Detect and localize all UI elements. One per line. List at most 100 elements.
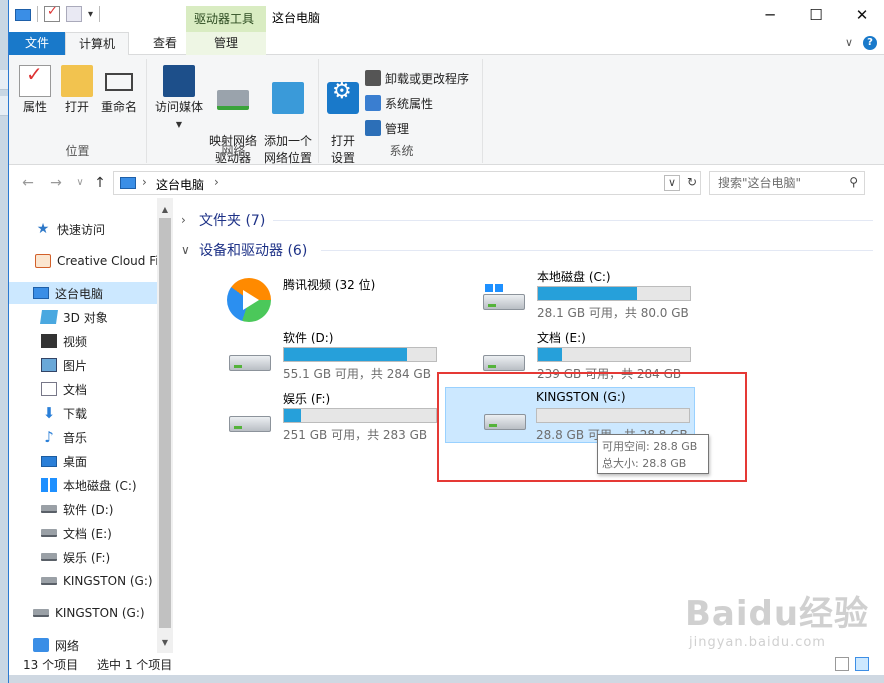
ribbon-group-system: 打开 设置 卸载或更改程序 系统属性 管理 系统 xyxy=(321,59,483,165)
drive-tile-tencent-video[interactable]: 腾讯视频 (32 位) xyxy=(221,272,497,328)
tooltip-total-size: 总大小: 28.8 GB xyxy=(602,457,687,470)
nav-item-creative-cloud[interactable]: Creative Cloud Fi xyxy=(9,250,157,272)
rename-button[interactable]: 重命名 xyxy=(99,65,139,116)
close-button[interactable]: ✕ xyxy=(839,0,884,30)
nav-item-label: 本地磁盘 (C:) xyxy=(63,478,137,493)
large-icons-view-icon[interactable] xyxy=(855,657,869,671)
system-properties-label: 系统属性 xyxy=(385,96,434,111)
nav-item-label: 视频 xyxy=(63,334,88,349)
scrollbar-thumb[interactable] xyxy=(159,218,171,628)
music-icon: ♪ xyxy=(44,428,54,446)
search-icon[interactable]: ⚲ xyxy=(849,175,858,189)
computer-icon[interactable] xyxy=(15,9,31,21)
folders-group-header[interactable]: › 文件夹 (7) xyxy=(181,210,265,230)
system-properties-button[interactable]: 系统属性 xyxy=(365,92,433,114)
background-window-fragment xyxy=(0,70,8,90)
watermark-url: jingyan.baidu.com xyxy=(689,635,826,650)
pictures-icon xyxy=(41,358,57,372)
nav-item-drive-d[interactable]: 软件 (D:) xyxy=(9,498,157,520)
chevron-down-icon[interactable]: ∨ xyxy=(664,175,680,191)
network-icon xyxy=(33,638,49,652)
properties-button[interactable]: 属性 xyxy=(19,65,51,116)
drive-icon xyxy=(41,505,57,513)
up-arrow-icon[interactable]: ↑ xyxy=(91,174,109,192)
nav-item-pictures[interactable]: 图片 xyxy=(9,354,157,376)
nav-item-music[interactable]: ♪ 音乐 xyxy=(9,426,157,448)
nav-item-drive-g[interactable]: KINGSTON (G:) xyxy=(9,570,157,592)
manage-button[interactable]: 管理 xyxy=(365,117,409,139)
breadcrumb-separator[interactable]: › xyxy=(142,175,147,189)
search-box[interactable]: ⚲ xyxy=(709,171,865,195)
nav-item-label: KINGSTON (G:) xyxy=(55,606,145,620)
open-button[interactable]: 打开 xyxy=(61,65,93,116)
nav-item-label: 软件 (D:) xyxy=(63,502,114,517)
breadcrumb-this-pc[interactable]: 这台电脑 xyxy=(156,176,204,193)
folders-header-label: 文件夹 (7) xyxy=(199,213,266,229)
drive-tools-contextual-header: 驱动器工具 xyxy=(186,6,266,32)
star-icon: ★ xyxy=(36,221,50,237)
drive-icon xyxy=(41,529,57,537)
details-view-icon[interactable] xyxy=(835,657,849,671)
network-drive-icon xyxy=(217,90,249,110)
nav-item-documents[interactable]: 文档 xyxy=(9,378,157,400)
uninstall-programs-button[interactable]: 卸载或更改程序 xyxy=(365,67,469,89)
dropdown-arrow-icon: ▼ xyxy=(175,120,183,129)
nav-item-drive-f[interactable]: 娱乐 (F:) xyxy=(9,546,157,568)
drive-body xyxy=(229,416,271,432)
properties-label: 属性 xyxy=(22,100,47,114)
back-arrow-icon[interactable]: ← xyxy=(19,174,37,192)
nav-item-label: KINGSTON (G:) xyxy=(63,574,153,588)
nav-item-label: 快速访问 xyxy=(57,222,106,237)
drive-tile-c[interactable]: 本地磁盘 (C:) 28.1 GB 可用，共 80.0 GB xyxy=(475,268,751,324)
search-input[interactable] xyxy=(710,172,840,194)
nav-item-label: 下载 xyxy=(63,406,88,421)
nav-item-label: 音乐 xyxy=(63,430,88,445)
uninstall-label: 卸载或更改程序 xyxy=(385,71,470,86)
access-media-button[interactable]: 访问媒体 ▼ xyxy=(153,65,205,133)
tab-file[interactable]: 文件 xyxy=(9,32,65,55)
drive-body xyxy=(229,355,271,371)
nav-item-downloads[interactable]: ⬇ 下载 xyxy=(9,402,157,424)
tab-view[interactable]: 查看 xyxy=(141,32,189,55)
minimize-button[interactable]: ─ xyxy=(747,0,793,30)
nav-item-drive-c[interactable]: 本地磁盘 (C:) xyxy=(9,474,157,496)
drive-icon xyxy=(41,553,57,561)
address-bar[interactable]: › 这台电脑 › ∨ ↻ xyxy=(113,171,701,195)
tab-manage[interactable]: 管理 xyxy=(186,32,266,55)
network-location-icon xyxy=(272,82,304,114)
nav-item-kingston-root[interactable]: KINGSTON (G:) xyxy=(9,602,157,624)
video-icon xyxy=(41,334,57,348)
nav-item-3d-objects[interactable]: 3D 对象 xyxy=(9,306,157,328)
new-folder-icon[interactable] xyxy=(66,6,82,22)
maximize-button[interactable]: ☐ xyxy=(793,0,839,30)
usage-bar-fill xyxy=(284,409,301,422)
qat-customize-dropdown[interactable]: ▾ xyxy=(88,9,93,20)
nav-pane-scrollbar[interactable]: ▲ ▼ xyxy=(157,198,173,653)
nav-item-desktop[interactable]: 桌面 xyxy=(9,450,157,472)
creative-cloud-icon xyxy=(35,254,51,268)
group-divider xyxy=(273,220,873,221)
nav-item-videos[interactable]: 视频 xyxy=(9,330,157,352)
forward-arrow-icon[interactable]: → xyxy=(47,174,65,192)
breadcrumb-separator[interactable]: › xyxy=(214,175,219,189)
ribbon-controls: ∨ ? xyxy=(845,36,877,50)
help-icon[interactable]: ? xyxy=(863,36,877,50)
tab-computer[interactable]: 计算机 xyxy=(65,32,129,56)
chevron-down-icon[interactable]: ∨ xyxy=(845,36,853,50)
devices-group-header[interactable]: ∨ 设备和驱动器 (6) xyxy=(181,240,307,260)
nav-item-this-pc[interactable]: 这台电脑 xyxy=(9,282,157,304)
nav-item-quick-access[interactable]: ★ 快速访问 xyxy=(9,218,157,240)
explorer-window: ▾ 驱动器工具 这台电脑 ─ ☐ ✕ 文件 计算机 查看 管理 ∨ ? 属性 打… xyxy=(8,0,884,683)
scroll-up-icon[interactable]: ▲ xyxy=(157,202,173,218)
properties-icon[interactable] xyxy=(44,4,60,22)
usage-bar xyxy=(537,347,691,362)
usage-bar xyxy=(283,408,437,423)
recent-locations-chevron-icon[interactable]: ∨ xyxy=(71,174,89,192)
refresh-icon[interactable]: ↻ xyxy=(687,175,697,189)
open-folder-icon xyxy=(61,65,93,97)
properties-icon xyxy=(19,65,51,97)
nav-item-drive-e[interactable]: 文档 (E:) xyxy=(9,522,157,544)
status-bar: 13 个项目 选中 1 个项目 xyxy=(9,653,884,675)
nav-item-label: 这台电脑 xyxy=(55,286,104,301)
scroll-down-icon[interactable]: ▼ xyxy=(157,635,173,651)
